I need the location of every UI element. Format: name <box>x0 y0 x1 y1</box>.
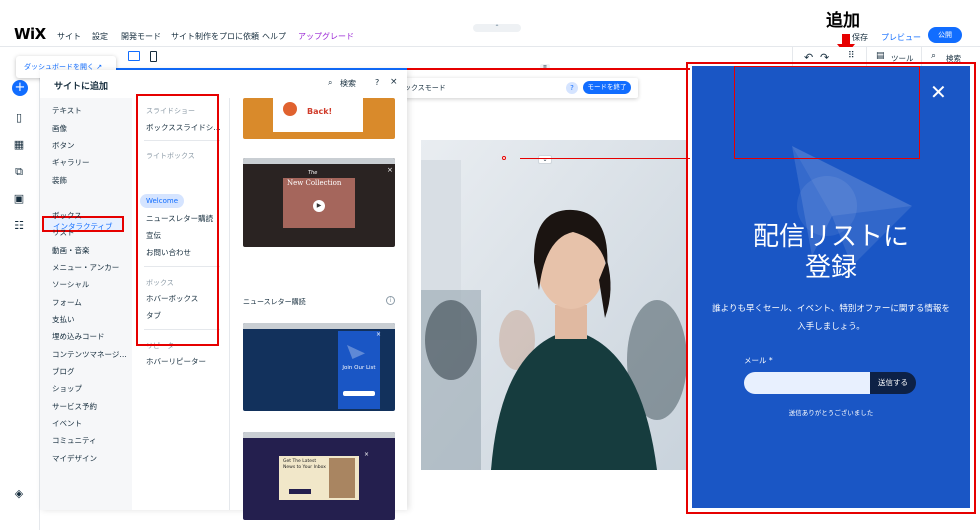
app-market-icon[interactable]: ⧉ <box>12 165 26 179</box>
category-form[interactable]: フォーム <box>52 297 82 308</box>
category-cms[interactable]: コンテンツマネージ… <box>52 349 127 360</box>
mobile-view-icon[interactable] <box>150 51 157 62</box>
category-video-music[interactable]: 動画・音楽 <box>52 245 90 256</box>
publish-button[interactable]: 公開 <box>928 27 962 43</box>
guide-line <box>520 158 690 159</box>
preview-new-collection[interactable]: × The New Collection ▶ <box>243 158 395 247</box>
menu-hire-pro[interactable]: サイト制作をプロに依頼 <box>171 31 259 42</box>
wix-logo[interactable]: WiX <box>14 25 46 43</box>
layers-icon[interactable]: ◈ <box>12 487 26 501</box>
design-icon[interactable]: ▦ <box>12 138 26 152</box>
woman-photo <box>421 140 687 470</box>
mode-bar-label: ックスモード <box>404 84 446 92</box>
menu-help[interactable]: ヘルプ <box>262 31 286 42</box>
category-decorative[interactable]: 装飾 <box>52 175 67 186</box>
category-my-designs[interactable]: マイデザイン <box>52 453 97 464</box>
tools-icon[interactable]: ▤ <box>876 51 885 61</box>
media-icon[interactable]: ▣ <box>12 192 26 206</box>
category-shop[interactable]: ショップ <box>52 383 82 394</box>
strip-handle-icon[interactable]: ⌄ <box>538 155 552 164</box>
category-payment[interactable]: 支払い <box>52 314 75 325</box>
cms-icon[interactable]: ☷ <box>12 219 26 233</box>
collapse-toolbar-button[interactable]: ⌃ <box>473 24 521 32</box>
pages-icon[interactable]: ▯ <box>12 111 26 125</box>
category-list[interactable]: リスト <box>52 227 75 238</box>
menu-site[interactable]: サイト <box>57 31 81 42</box>
category-community[interactable]: コミュニティ <box>52 435 97 446</box>
category-button[interactable]: ボタン <box>52 140 75 151</box>
preview-button[interactable]: プレビュー <box>881 32 921 43</box>
add-elements-panel: サイトに追加 ⌕ 検索 ? × テキスト 画像 ボタン ギャラリー 装飾 インタ… <box>40 70 407 520</box>
panel-close-icon[interactable]: × <box>390 77 398 87</box>
category-bookings[interactable]: サービス予約 <box>52 401 97 412</box>
panel-search-icon[interactable]: ⌕ <box>328 78 332 88</box>
subcategory-highlight-box <box>136 94 219 346</box>
lightbox-mode-bar: ックスモード ? モードを終了 <box>398 78 638 98</box>
category-social[interactable]: ソーシャル <box>52 279 89 290</box>
category-image[interactable]: 画像 <box>52 123 67 134</box>
desktop-view-icon[interactable] <box>128 51 140 61</box>
panel-title: サイトに追加 <box>54 82 109 92</box>
preview-list: Back! × The New Collection ▶ ニュースレター購読 i… <box>230 98 407 520</box>
category-list: テキスト 画像 ボタン ギャラリー 装飾 インタラクティブ ボックス リスト 動… <box>40 98 132 510</box>
add-annotation-label: 追加 <box>826 11 860 31</box>
category-embed-code[interactable]: 埋め込みコード <box>52 331 105 342</box>
category-events[interactable]: イベント <box>52 418 82 429</box>
panel-help-button[interactable]: ? <box>375 78 379 87</box>
preview-latest-news[interactable]: Get The Latest News to Your Inbox × <box>243 432 395 520</box>
newsletter-section-label: ニュースレター購読 <box>243 298 306 306</box>
exit-mode-button[interactable]: モードを終了 <box>583 81 631 94</box>
preview-promo-back[interactable]: Back! <box>243 98 395 139</box>
category-menu-anchor[interactable]: メニュー・アンカー <box>52 262 119 273</box>
drop-target-highlight <box>734 66 920 159</box>
info-icon[interactable]: i <box>386 296 395 305</box>
menu-settings[interactable]: 設定 <box>92 31 108 42</box>
item-hover-repeater[interactable]: ホバーリピーター <box>146 356 206 367</box>
left-rail: + ▯ ▦ ⧉ ▣ ☷ ◈ <box>0 70 40 530</box>
preview-join-list[interactable]: Join Our List × <box>243 323 395 411</box>
play-icon: ▶ <box>313 200 325 212</box>
menu-dev-mode[interactable]: 開発モード <box>121 31 161 42</box>
add-elements-icon[interactable]: + <box>12 80 28 96</box>
category-text[interactable]: テキスト <box>52 105 82 116</box>
category-box[interactable]: ボックス <box>52 210 82 221</box>
search-icon[interactable]: ⌕ <box>931 51 936 61</box>
add-element-grid-icon[interactable]: ⠿ <box>848 51 855 61</box>
menu-upgrade[interactable]: アップグレード <box>298 31 354 42</box>
panel-search-button[interactable]: 検索 <box>340 78 356 89</box>
category-gallery[interactable]: ギャラリー <box>52 157 90 168</box>
category-blog[interactable]: ブログ <box>52 366 75 377</box>
top-guide-line <box>407 68 690 70</box>
mode-help-button[interactable]: ? <box>566 82 578 94</box>
